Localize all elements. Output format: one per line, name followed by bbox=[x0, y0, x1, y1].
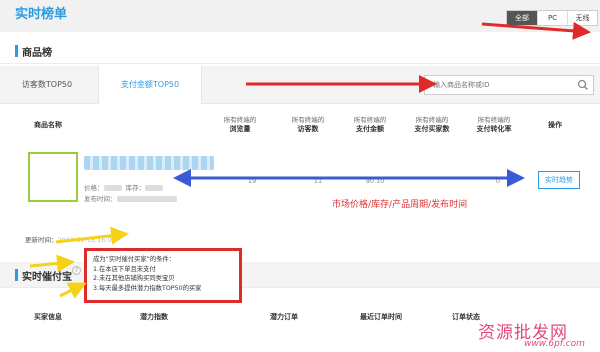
col-main: 支付转化率 bbox=[476, 125, 512, 133]
col2-potential-order: 潜力订单 bbox=[270, 313, 298, 321]
col-header-conversion: 所有终端的 支付转化率 bbox=[464, 116, 524, 134]
col-main: 浏览量 bbox=[229, 125, 251, 133]
price-stock-line: 价格： 库存： bbox=[84, 182, 164, 192]
col-main: 访客数 bbox=[297, 125, 319, 133]
stock-label: 库存： bbox=[125, 184, 146, 192]
goods-section-header: 商品榜 bbox=[0, 38, 600, 64]
terminal-segment: 全部 PC 无线 bbox=[506, 10, 598, 26]
search-box bbox=[424, 75, 594, 95]
tab-visitors-top50[interactable]: 访客数TOP50 bbox=[12, 66, 82, 104]
tip-line: 2.未在其他店铺购买同类宝贝 bbox=[93, 275, 175, 282]
col-header-action: 操作 bbox=[548, 121, 562, 129]
cell-pv: 19 bbox=[247, 177, 257, 185]
col2-order-status: 订单状态 bbox=[452, 313, 480, 321]
search-icon[interactable] bbox=[577, 79, 589, 91]
search-input[interactable] bbox=[425, 76, 571, 94]
tip-line: 成为“实时催付买家”的条件： bbox=[93, 256, 176, 263]
cell-conversion: 0 bbox=[495, 177, 501, 185]
tab-payment-top50[interactable]: 支付金额TOP50 bbox=[98, 66, 202, 105]
section-title: 实时催付宝 bbox=[22, 272, 72, 283]
col-main: 支付买家数 bbox=[414, 125, 450, 133]
product-name-link[interactable] bbox=[84, 156, 214, 170]
update-value: 2013-01-18 16:00 bbox=[57, 236, 117, 244]
col-main: 支付金额 bbox=[356, 125, 384, 133]
tip-line: 1.在本店下单且未支付 bbox=[93, 265, 156, 273]
publish-label: 发布时间： bbox=[84, 195, 117, 203]
condition-tooltip: 成为“实时催付买家”的条件： 1.在本店下单且未支付 2.未在其他店铺购买同类宝… bbox=[84, 248, 242, 303]
col-header-uv: 所有终端的 访客数 bbox=[278, 116, 338, 134]
publish-value bbox=[116, 196, 177, 202]
col-header-pv: 所有终端的 浏览量 bbox=[210, 116, 270, 134]
segment-all[interactable]: 全部 bbox=[507, 11, 537, 25]
col2-buyer-info: 买家信息 bbox=[34, 313, 62, 321]
realtime-trend-button[interactable]: 实时趋势 bbox=[538, 171, 580, 189]
page: 实时榜单 全部 PC 无线 商品榜 访客数TOP50 支付金额TOP50 商品名… bbox=[0, 0, 600, 352]
top-header: 实时榜单 全部 PC 无线 bbox=[0, 0, 600, 32]
section-title: 商品榜 bbox=[22, 48, 52, 59]
price-label: 价格： bbox=[84, 184, 104, 192]
tip-line: 3.每天最多提供潜力指数TOP50的买家 bbox=[93, 284, 202, 292]
price-value bbox=[103, 185, 122, 191]
update-time: 更新时间：2013-01-18 16:00 bbox=[25, 234, 116, 244]
help-icon[interactable]: ? bbox=[72, 266, 81, 275]
col2-potential-index: 潜力指数 bbox=[140, 313, 168, 321]
col-header-pay-amount: 所有终端的 支付金额 bbox=[340, 116, 400, 134]
col2-last-order-time: 最近订单时间 bbox=[360, 313, 402, 321]
col-sub: 所有终端的 bbox=[291, 116, 325, 124]
col-sub: 所有终端的 bbox=[477, 116, 511, 124]
cell-uv: 11 bbox=[313, 177, 323, 185]
cell-pay-amount: 90.10 bbox=[365, 177, 385, 185]
publish-line: 发布时间： bbox=[84, 193, 177, 203]
update-label: 更新时间： bbox=[25, 236, 58, 244]
col-sub: 所有终端的 bbox=[353, 116, 387, 124]
annotation-text: 市场价格/库存/产品周期/发布时间 bbox=[332, 200, 468, 210]
segment-wireless[interactable]: 无线 bbox=[567, 11, 597, 25]
watermark-url: www.6pf.com bbox=[524, 339, 585, 349]
section-marker bbox=[15, 269, 18, 281]
page-title: 实时榜单 bbox=[15, 7, 68, 22]
col-header-name: 商品名称 bbox=[34, 121, 62, 129]
product-thumbnail[interactable] bbox=[28, 152, 78, 202]
stock-value bbox=[145, 185, 164, 191]
col-sub: 所有终端的 bbox=[415, 116, 449, 124]
col-sub: 所有终端的 bbox=[223, 116, 257, 124]
section-marker bbox=[15, 45, 18, 57]
col-header-pay-buyers: 所有终端的 支付买家数 bbox=[402, 116, 462, 134]
segment-pc[interactable]: PC bbox=[537, 11, 567, 25]
